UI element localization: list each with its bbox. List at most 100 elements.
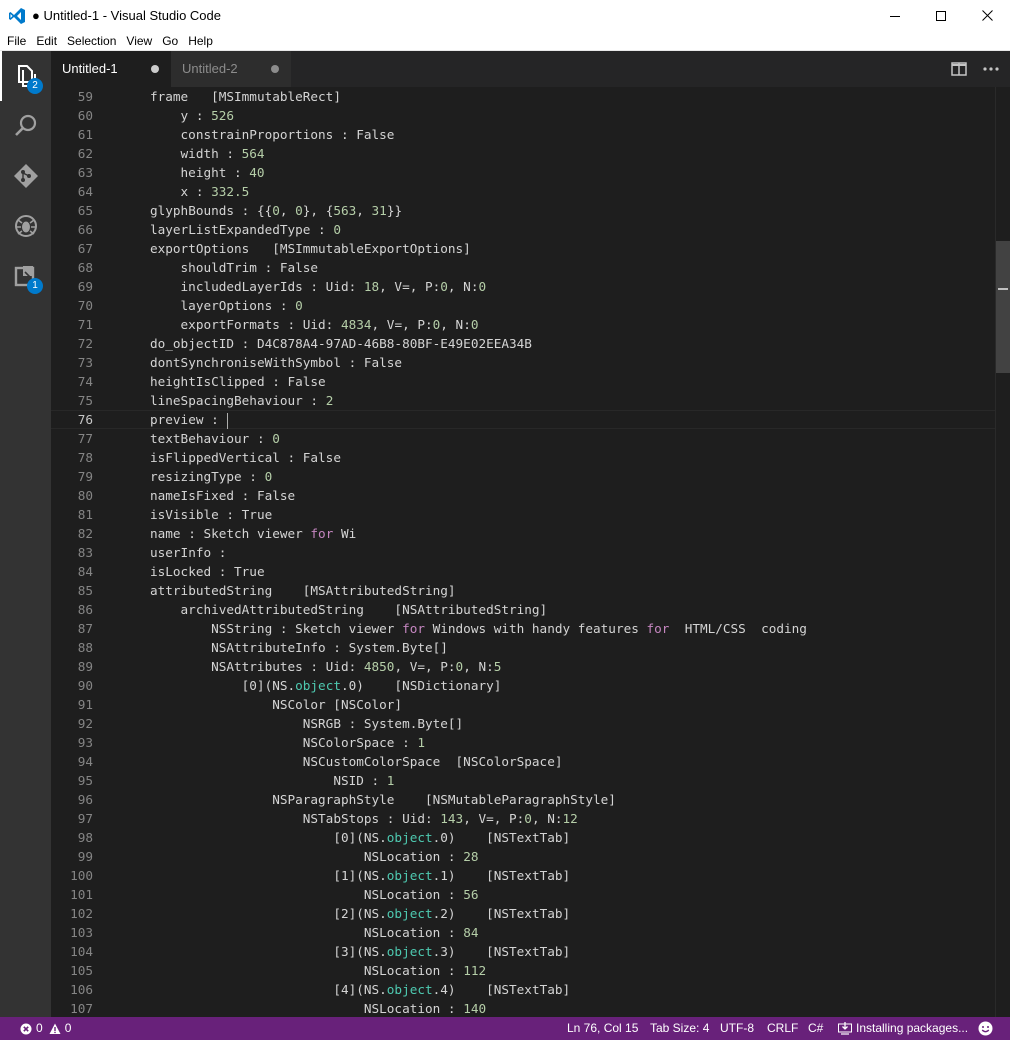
line-number: 96 xyxy=(77,792,93,807)
line-ending[interactable]: CRLF xyxy=(767,1017,798,1040)
unsaved-dot-icon[interactable] xyxy=(271,65,279,73)
tab-size[interactable]: Tab Size: 4 xyxy=(650,1017,709,1040)
maximize-icon xyxy=(936,10,946,21)
code-text: height : 40 xyxy=(150,163,265,182)
code-editor[interactable]: 59 frame [MSImmutableRect] 60 y : 526 61 cons… xyxy=(51,87,1010,1017)
code-line[interactable]: 70 layerOptions : 0 xyxy=(51,296,995,315)
text-token: Wi xyxy=(333,526,357,541)
code-line[interactable]: 65 glyphBounds : {{0, 0}, {563, 31}} xyxy=(51,201,995,220)
number-token: 84 xyxy=(463,925,479,940)
menu-view[interactable]: View xyxy=(121,31,157,51)
code-line[interactable]: 78 isFlippedVertical : False xyxy=(51,448,995,467)
type-token: object xyxy=(386,868,433,883)
code-line[interactable]: 93 NSColorSpace : 1 xyxy=(51,733,995,752)
minimize-button[interactable] xyxy=(872,0,918,31)
code-line[interactable]: 88 NSAttributeInfo : System.Byte[] xyxy=(51,638,995,657)
scrollbar-thumb[interactable] xyxy=(996,241,1010,373)
encoding[interactable]: UTF-8 xyxy=(720,1017,754,1040)
code-line[interactable]: 81 isVisible : True xyxy=(51,505,995,524)
code-line[interactable]: 91 NSColor [NSColor] xyxy=(51,695,995,714)
type-token: object xyxy=(386,830,433,845)
code-line[interactable]: 89 NSAttributes : Uid: 4850, V=, P:0, N:5 xyxy=(51,657,995,676)
code-line[interactable]: 86 archivedAttributedString [NSAttributed… xyxy=(51,600,995,619)
text-token: .1) [NSTextTab] xyxy=(432,868,571,883)
code-line[interactable]: 103 NSLocation : 84 xyxy=(51,923,995,942)
code-text: isVisible : True xyxy=(150,505,272,524)
cursor-position[interactable]: Ln 76, Col 15 xyxy=(567,1017,638,1040)
code-line[interactable]: 97 NSTabStops : Uid: 143, V=, P:0, N:12 xyxy=(51,809,995,828)
code-line[interactable]: 104 [3](NS.object.3) [NSTextTab] xyxy=(51,942,995,961)
code-line[interactable]: 94 NSCustomColorSpace [NSColorSpace] xyxy=(51,752,995,771)
line-number: 63 xyxy=(77,165,93,180)
code-line[interactable]: 99 NSLocation : 28 xyxy=(51,847,995,866)
code-line[interactable]: 106 [4](NS.object.4) [NSTextTab] xyxy=(51,980,995,999)
menu-go[interactable]: Go xyxy=(157,31,183,51)
code-line[interactable]: 74 heightIsClipped : False xyxy=(51,372,995,391)
text-token: NSAttributes : Uid: xyxy=(211,659,364,674)
code-line[interactable]: 90 [0](NS.object.0) [NSDictionary] xyxy=(51,676,995,695)
tab-untitled-2[interactable]: Untitled-2 xyxy=(171,51,291,87)
code-line[interactable]: 59 frame [MSImmutableRect] xyxy=(51,87,995,106)
line-number: 94 xyxy=(77,754,93,769)
menu-edit[interactable]: Edit xyxy=(31,31,62,51)
explorer-button[interactable]: 2 xyxy=(0,51,51,101)
line-number: 74 xyxy=(77,374,93,389)
text-token: }, { xyxy=(302,203,334,218)
code-line[interactable]: 61 constrainProportions : False xyxy=(51,125,995,144)
problems-indicator[interactable]: 0 0 xyxy=(20,1017,71,1040)
close-window-button[interactable] xyxy=(964,0,1010,31)
code-line[interactable]: 64 x : 332.5 xyxy=(51,182,995,201)
code-line[interactable]: 63 height : 40 xyxy=(51,163,995,182)
tab-untitled-1[interactable]: Untitled-1 xyxy=(51,51,171,87)
code-line[interactable]: 68 shouldTrim : False xyxy=(51,258,995,277)
code-line[interactable]: 77 textBehaviour : 0 xyxy=(51,429,995,448)
task-status[interactable]: Installing packages... xyxy=(838,1017,968,1040)
code-line[interactable]: 102 [2](NS.object.2) [NSTextTab] xyxy=(51,904,995,923)
code-line[interactable]: 67 exportOptions [MSImmutableExportOption… xyxy=(51,239,995,258)
code-line[interactable]: 96 NSParagraphStyle [NSMutableParagraphSt… xyxy=(51,790,995,809)
menu-selection[interactable]: Selection xyxy=(62,31,121,51)
code-line[interactable]: 71 exportFormats : Uid: 4834, V=, P: 0, N:… xyxy=(51,315,995,334)
code-line[interactable]: 72 do_objectID : D4C878A4-97AD-46B8-80BF-… xyxy=(51,334,995,353)
menu-file[interactable]: File xyxy=(2,31,31,51)
text-token: NSCustomColorSpace [NSColorSpace] xyxy=(302,754,563,769)
code-line[interactable]: 101 NSLocation : 56 xyxy=(51,885,995,904)
more-actions-button[interactable] xyxy=(981,59,1001,79)
code-line[interactable]: 85 attributedString [MSAttributedString] xyxy=(51,581,995,600)
language-mode[interactable]: C# xyxy=(808,1017,823,1040)
split-editor-button[interactable] xyxy=(949,59,969,79)
code-line[interactable]: 95 NSID : 1 xyxy=(51,771,995,790)
code-line[interactable]: 92 NSRGB : System.Byte[] xyxy=(51,714,995,733)
code-line[interactable]: 82 name : Sketch viewer for Wi xyxy=(51,524,995,543)
code-line[interactable]: 105 NSLocation : 112 xyxy=(51,961,995,980)
code-line[interactable]: 69 includedLayerIds : Uid: 18, V=, P:0, N… xyxy=(51,277,995,296)
current-code-line[interactable]: 76 preview : xyxy=(51,410,995,429)
menu-help[interactable]: Help xyxy=(183,31,218,51)
code-line[interactable]: 107 NSLocation : 140 xyxy=(51,999,995,1017)
unsaved-dot-icon[interactable] xyxy=(151,65,159,73)
feedback-button[interactable] xyxy=(978,1017,993,1040)
code-line[interactable]: 80 nameIsFixed : False xyxy=(51,486,995,505)
code-line[interactable]: 75 lineSpacingBehaviour : 2 xyxy=(51,391,995,410)
text-token: , V=, P: xyxy=(463,811,525,826)
debug-button[interactable] xyxy=(0,201,51,251)
code-line[interactable]: 87 NSString : Sketch viewer for Windows w… xyxy=(51,619,995,638)
code-text: NSLocation : 28 xyxy=(150,847,479,866)
code-line[interactable]: 60 y : 526 xyxy=(51,106,995,125)
code-line[interactable]: 100 [1](NS.object.1) [NSTextTab] xyxy=(51,866,995,885)
vertical-scrollbar[interactable] xyxy=(995,87,1010,1017)
line-number: 106 xyxy=(70,982,93,997)
search-button[interactable] xyxy=(0,101,51,151)
code-line[interactable]: 66 layerListExpandedType : 0 xyxy=(51,220,995,239)
maximize-button[interactable] xyxy=(918,0,964,31)
number-token: 56 xyxy=(463,887,479,902)
code-line[interactable]: 79 resizingType : 0 xyxy=(51,467,995,486)
code-line[interactable]: 73 dontSynchroniseWithSymbol : False xyxy=(51,353,995,372)
code-line[interactable]: 98 [0](NS.object.0) [NSTextTab] xyxy=(51,828,995,847)
source-control-button[interactable] xyxy=(0,151,51,201)
code-line[interactable]: 83 userInfo : xyxy=(51,543,995,562)
code-line[interactable]: 62 width : 564 xyxy=(51,144,995,163)
code-line[interactable]: 84 isLocked : True xyxy=(51,562,995,581)
extensions-button[interactable]: 1 xyxy=(0,251,51,301)
text-token: archivedAttributedString [NSAttributedSt… xyxy=(180,602,548,617)
